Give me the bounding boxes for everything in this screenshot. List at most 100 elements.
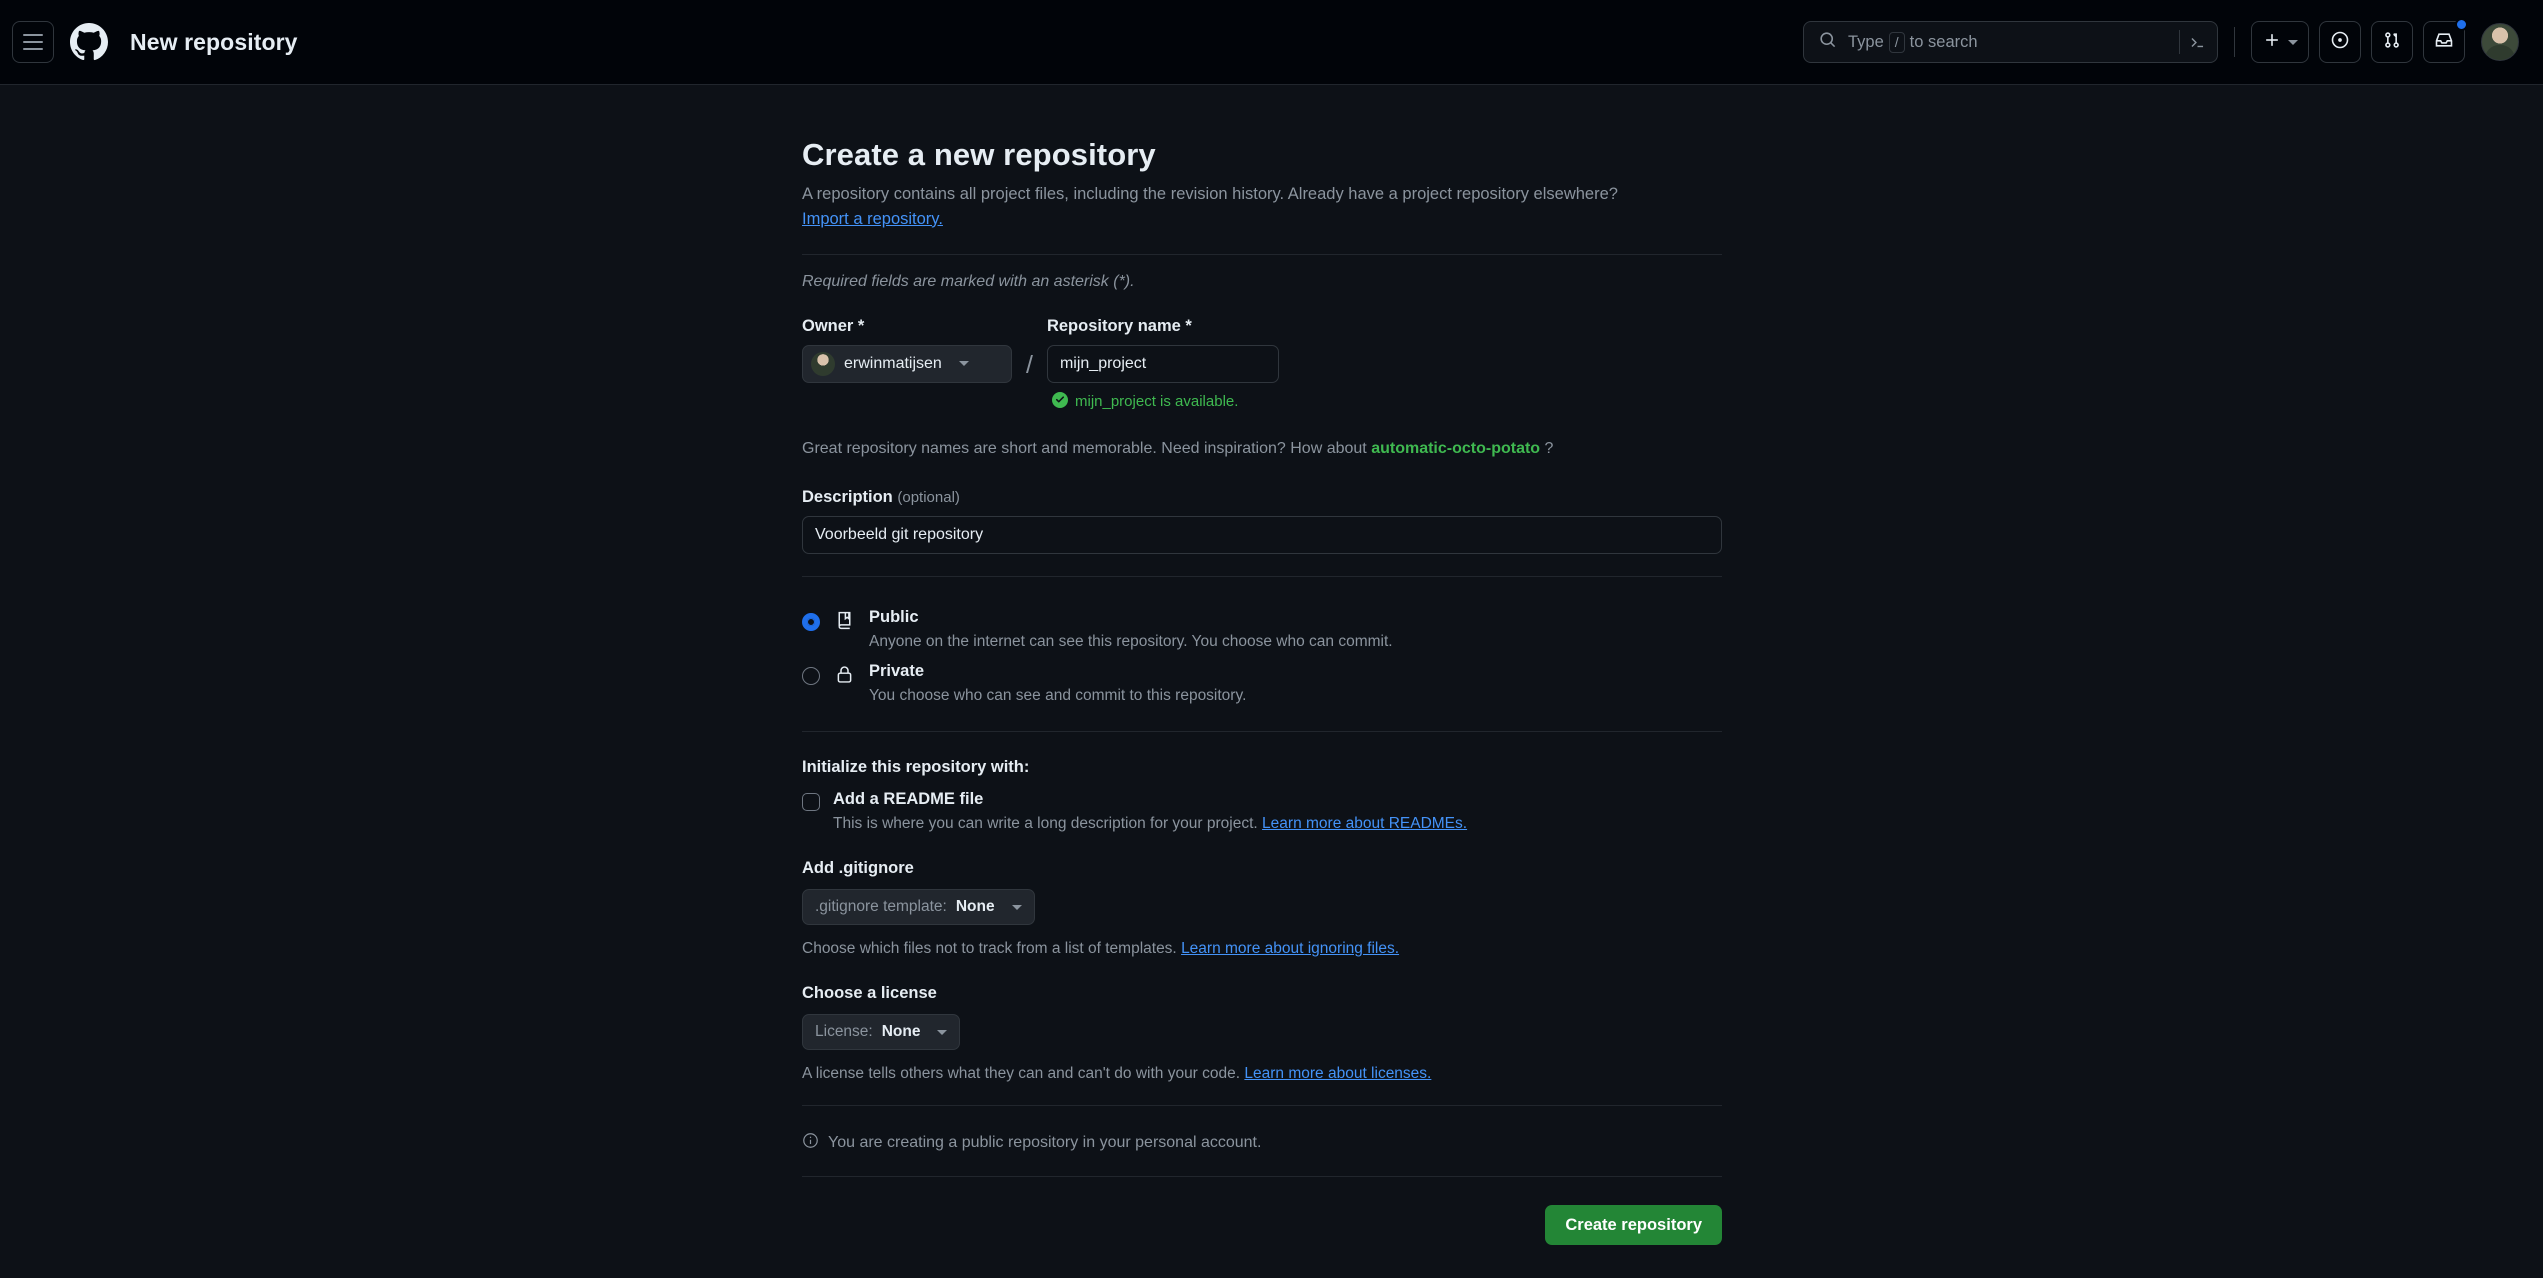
radio-public[interactable]	[802, 612, 820, 631]
owner-label: Owner *	[802, 316, 865, 335]
import-repository-link[interactable]: Import a repository.	[802, 210, 943, 228]
license-help-text: A license tells others what they can and…	[802, 1065, 1241, 1083]
chevron-down-icon	[937, 1029, 948, 1035]
plus-icon	[2262, 30, 2282, 55]
visibility-option-private[interactable]: Private You choose who can see and commi…	[802, 655, 1722, 709]
account-info-text: You are creating a public repository in …	[828, 1134, 1262, 1152]
gitignore-learn-more-link[interactable]: Learn more about ignoring files.	[1181, 940, 1399, 957]
license-heading: Choose a license	[802, 984, 937, 1003]
visibility-private-title: Private	[869, 661, 925, 680]
repository-name-input[interactable]	[1046, 344, 1279, 383]
license-learn-more-link[interactable]: Learn more about licenses.	[1244, 1065, 1431, 1082]
license-help: A license tells others what they can and…	[802, 1065, 1722, 1083]
visibility-private-texts: Private You choose who can see and commi…	[869, 661, 1246, 705]
create-new-button[interactable]	[2251, 21, 2309, 63]
check-circle-icon	[1052, 391, 1068, 412]
divider	[802, 575, 1722, 577]
owner-value: erwinmatijsen	[844, 354, 942, 372]
inspiration-prefix: Great repository names are short and mem…	[802, 439, 1367, 457]
search-input[interactable]: Type / to search	[1803, 21, 2218, 63]
gitignore-help-text: Choose which files not to track from a l…	[802, 940, 1177, 958]
page-title: Create a new repository	[802, 137, 1156, 172]
gitignore-heading: Add .gitignore	[802, 859, 914, 878]
gitignore-template-select[interactable]: .gitignore template: None	[802, 889, 1035, 926]
terminal-icon[interactable]	[2179, 30, 2207, 54]
visibility-public-subtitle: Anyone on the internet can see this repo…	[869, 632, 1393, 650]
page-body: Create a new repository A repository con…	[0, 85, 2543, 1278]
owner-field: Owner * erwinmatijsen	[802, 317, 1012, 383]
gitignore-help: Choose which files not to track from a l…	[802, 940, 1722, 958]
header-divider	[2234, 27, 2235, 57]
repo-icon	[834, 610, 855, 636]
chevron-down-icon	[1011, 904, 1022, 910]
description-optional-text: (optional)	[897, 488, 960, 506]
visibility-option-public[interactable]: Public Anyone on the internet can see th…	[802, 601, 1722, 655]
divider	[802, 1176, 1722, 1178]
avatar[interactable]	[2481, 23, 2519, 61]
gitignore-button-prefix: .gitignore template:	[815, 898, 947, 916]
license-button-prefix: License:	[815, 1023, 873, 1041]
github-logo-icon[interactable]	[68, 21, 110, 63]
visibility-options: Public Anyone on the internet can see th…	[802, 601, 1722, 710]
availability-text: mijn_project is available.	[1075, 393, 1239, 410]
inbox-icon	[2434, 30, 2454, 55]
account-info-note: You are creating a public repository in …	[802, 1132, 1722, 1154]
search-slash-key: /	[1888, 31, 1905, 53]
new-repository-form: Create a new repository A repository con…	[802, 85, 1722, 1246]
divider	[802, 731, 1722, 733]
readme-subtitle-text: This is where you can write a long descr…	[833, 815, 1258, 833]
availability-message: mijn_project is available.	[1052, 391, 1722, 412]
readme-texts: Add a README file This is where you can …	[833, 790, 1467, 833]
divider	[802, 253, 1722, 255]
radio-private[interactable]	[802, 666, 820, 685]
readme-checkbox[interactable]	[802, 793, 820, 812]
hamburger-icon[interactable]	[12, 21, 54, 63]
inspiration-suggestion[interactable]: automatic-octo-potato	[1371, 440, 1540, 457]
info-icon	[802, 1132, 819, 1154]
search-suffix: to search	[1909, 32, 1978, 51]
create-repository-button[interactable]: Create repository	[1545, 1205, 1722, 1246]
description-input[interactable]	[802, 515, 1722, 554]
owner-select[interactable]: erwinmatijsen	[802, 344, 1012, 383]
repository-name-field: Repository name *	[1046, 316, 1279, 383]
git-pull-request-icon	[2382, 30, 2402, 55]
inspiration-suffix: ?	[1544, 439, 1554, 457]
search-placeholder: Type / to search	[1848, 31, 1978, 53]
lock-icon	[834, 664, 855, 690]
hamburger-bar	[23, 41, 43, 43]
search-icon	[1818, 30, 1837, 54]
issues-button[interactable]	[2319, 21, 2361, 63]
global-header: New repository Type / to search	[0, 0, 2543, 85]
issue-opened-icon	[2330, 30, 2350, 55]
search-prefix: Type	[1848, 32, 1884, 51]
divider	[802, 1105, 1722, 1107]
license-button-value: None	[881, 1023, 921, 1041]
chevron-down-icon	[2288, 39, 2298, 45]
pull-requests-button[interactable]	[2371, 21, 2413, 63]
hamburger-bar	[23, 48, 43, 50]
owner-and-name-row: Owner * erwinmatijsen / Repository name …	[802, 317, 1722, 383]
readme-learn-more-link[interactable]: Learn more about READMEs.	[1262, 815, 1467, 832]
readme-title: Add a README file	[833, 790, 984, 809]
owner-name-separator: /	[1026, 350, 1033, 379]
initialize-heading: Initialize this repository with:	[802, 758, 1030, 777]
visibility-public-texts: Public Anyone on the internet can see th…	[869, 607, 1393, 651]
readme-subtitle: This is where you can write a long descr…	[833, 815, 1467, 833]
header-left-group: New repository	[12, 21, 298, 63]
form-footer: Create repository	[802, 1205, 1722, 1246]
owner-avatar	[811, 351, 835, 376]
hamburger-bar	[23, 34, 43, 36]
description-label-text: Description	[802, 487, 893, 506]
visibility-private-subtitle: You choose who can see and commit to thi…	[869, 687, 1247, 705]
chevron-down-icon	[958, 361, 969, 366]
readme-option[interactable]: Add a README file This is where you can …	[802, 790, 1722, 833]
visibility-public-title: Public	[869, 607, 919, 626]
description-field: Description (optional)	[802, 488, 1722, 554]
license-select[interactable]: License: None	[802, 1014, 961, 1051]
gitignore-button-value: None	[955, 898, 995, 916]
repository-name-label: Repository name *	[1046, 316, 1192, 335]
header-right-group: Type / to search	[1803, 18, 2519, 63]
notifications-button[interactable]	[2423, 18, 2468, 63]
page-title-header: New repository	[130, 28, 298, 55]
notification-unread-dot	[2455, 18, 2468, 31]
